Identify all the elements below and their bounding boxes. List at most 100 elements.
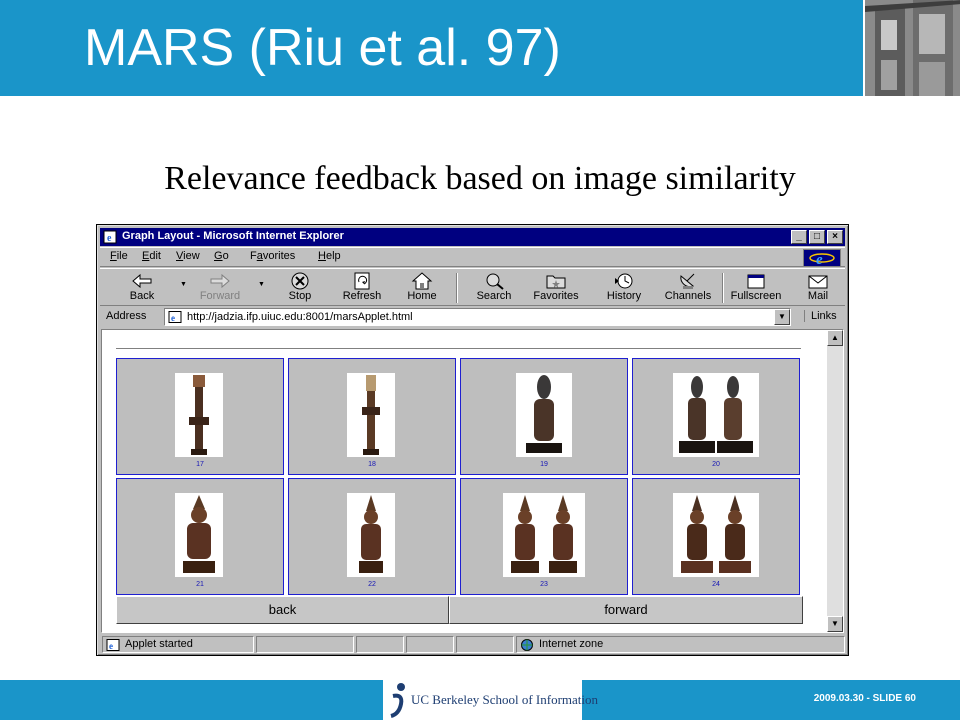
single-tall-statue-image [347,373,395,457]
search-button[interactable]: Search [466,270,522,306]
result-tile[interactable]: 24 [632,478,800,595]
status-bar: e Applet started Internet zone [100,635,845,653]
menu-file[interactable]: File [110,250,128,262]
single-statue-image [347,493,395,577]
slide-subtitle: Relevance feedback based on image simila… [164,160,796,197]
statue-pair-image [673,493,759,577]
home-label: Home [407,290,437,302]
favorites-folder-icon [546,275,566,289]
mail-label: Mail [807,290,829,302]
fullscreen-label: Fullscreen [730,290,782,302]
statue-pair-image [673,373,759,457]
menu-go[interactable]: Go [214,250,229,262]
single-statue-image [516,373,572,457]
minimize-button[interactable]: _ [791,230,807,244]
page-content: 17 18 19 20 21 22 23 24 back forward ▲ ▼ [101,329,844,633]
forward-arrow-icon [210,273,230,289]
address-input[interactable]: e http://jadzia.ifp.uiuc.edu:8001/marsAp… [164,308,791,326]
back-arrow-icon [132,273,152,289]
menu-favorites-label: vorites [262,250,296,262]
history-button[interactable]: History [596,270,652,306]
status-pane-empty [456,636,514,653]
building-photo-icon [863,0,960,96]
favorites-button[interactable]: Favorites [528,270,584,306]
home-button[interactable]: Home [394,270,450,306]
security-zone-pane: Internet zone [516,636,845,653]
result-number: 20 [712,461,720,468]
menu-favorites-prefix: F [250,250,257,262]
maximize-button[interactable]: □ [809,230,825,244]
standard-toolbar: Back ▼ Forward ▼ Stop Refresh Home Searc… [100,268,845,306]
result-number: 24 [712,581,720,588]
result-tile[interactable]: 21 [116,478,284,595]
channels-button[interactable]: Channels [660,270,716,306]
ie-throbber-icon: e [803,249,841,268]
refresh-icon [354,272,370,290]
ucb-school-logo: UC Berkeley School of Information [383,680,598,720]
result-number: 22 [368,581,376,588]
forward-button[interactable]: Forward [192,270,248,306]
result-tile[interactable]: 18 [288,358,456,475]
horizontal-rule [116,348,801,350]
mail-icon [808,275,828,289]
stop-label: Stop [288,290,312,302]
fullscreen-button[interactable]: Fullscreen [728,270,784,306]
svg-text:e: e [816,252,823,266]
status-pane-empty [256,636,354,653]
address-bar: Address e http://jadzia.ifp.uiuc.edu:800… [100,307,845,327]
menu-help-accesskey: H [318,250,326,262]
fullscreen-icon [747,274,765,289]
forward-applet-button[interactable]: forward [449,596,803,624]
result-number: 19 [540,461,548,468]
menu-bar: File Edit View Go Favorites Help e [100,247,845,268]
result-number: 18 [368,461,376,468]
mail-button[interactable]: Mail [790,270,846,306]
history-label: History [606,290,642,302]
search-icon [486,273,504,290]
menu-go-label: o [222,250,229,262]
result-tile[interactable]: 20 [632,358,800,475]
stop-button[interactable]: Stop [272,270,328,306]
menu-edit[interactable]: Edit [142,250,161,262]
result-tile[interactable]: 22 [288,478,456,595]
single-tall-statue-image [175,373,223,457]
address-url: http://jadzia.ifp.uiuc.edu:8001/marsAppl… [187,311,413,323]
result-tile[interactable]: 19 [460,358,628,475]
page-icon: e [106,639,120,651]
favorites-label: Favorites [533,290,579,302]
menu-view[interactable]: View [176,250,200,262]
status-message: Applet started [125,638,193,650]
menu-favorites[interactable]: Favorites [250,250,295,262]
menu-view-label: iew [183,250,200,262]
ischool-logo-icon [390,683,405,718]
history-icon [615,273,633,289]
single-statue-image [175,493,223,577]
menu-edit-label: dit [149,250,161,262]
menu-help[interactable]: Help [318,250,341,262]
back-dropdown-icon[interactable]: ▼ [180,281,187,288]
links-button[interactable]: Links [804,310,837,322]
close-button[interactable]: × [827,230,843,244]
forward-label: Forward [199,290,241,302]
status-message-pane: e Applet started [102,636,254,653]
refresh-button[interactable]: Refresh [334,270,390,306]
slide-number: 2009.03.30 - SLIDE 60 [813,693,916,704]
statue-pair-image [503,493,585,577]
toolbar-separator [722,273,724,303]
channels-label: Channels [664,290,712,302]
address-label: Address [106,310,147,322]
vertical-scrollbar[interactable]: ▲ ▼ [827,330,843,632]
back-applet-button[interactable]: back [116,596,449,624]
menu-file-accesskey: F [110,250,117,262]
address-dropdown-icon[interactable]: ▼ [774,309,790,325]
window-title: Graph Layout - Microsoft Internet Explor… [122,230,344,242]
back-button[interactable]: Back [114,270,170,306]
scroll-up-icon[interactable]: ▲ [827,330,843,346]
result-tile[interactable]: 23 [460,478,628,595]
forward-dropdown-icon[interactable]: ▼ [258,281,265,288]
result-number: 21 [196,581,204,588]
scroll-down-icon[interactable]: ▼ [827,616,843,632]
result-tile[interactable]: 17 [116,358,284,475]
slide-header-bar: MARS (Riu et al. 97) [0,0,960,96]
window-titlebar[interactable]: e Graph Layout - Microsoft Internet Expl… [100,228,845,246]
